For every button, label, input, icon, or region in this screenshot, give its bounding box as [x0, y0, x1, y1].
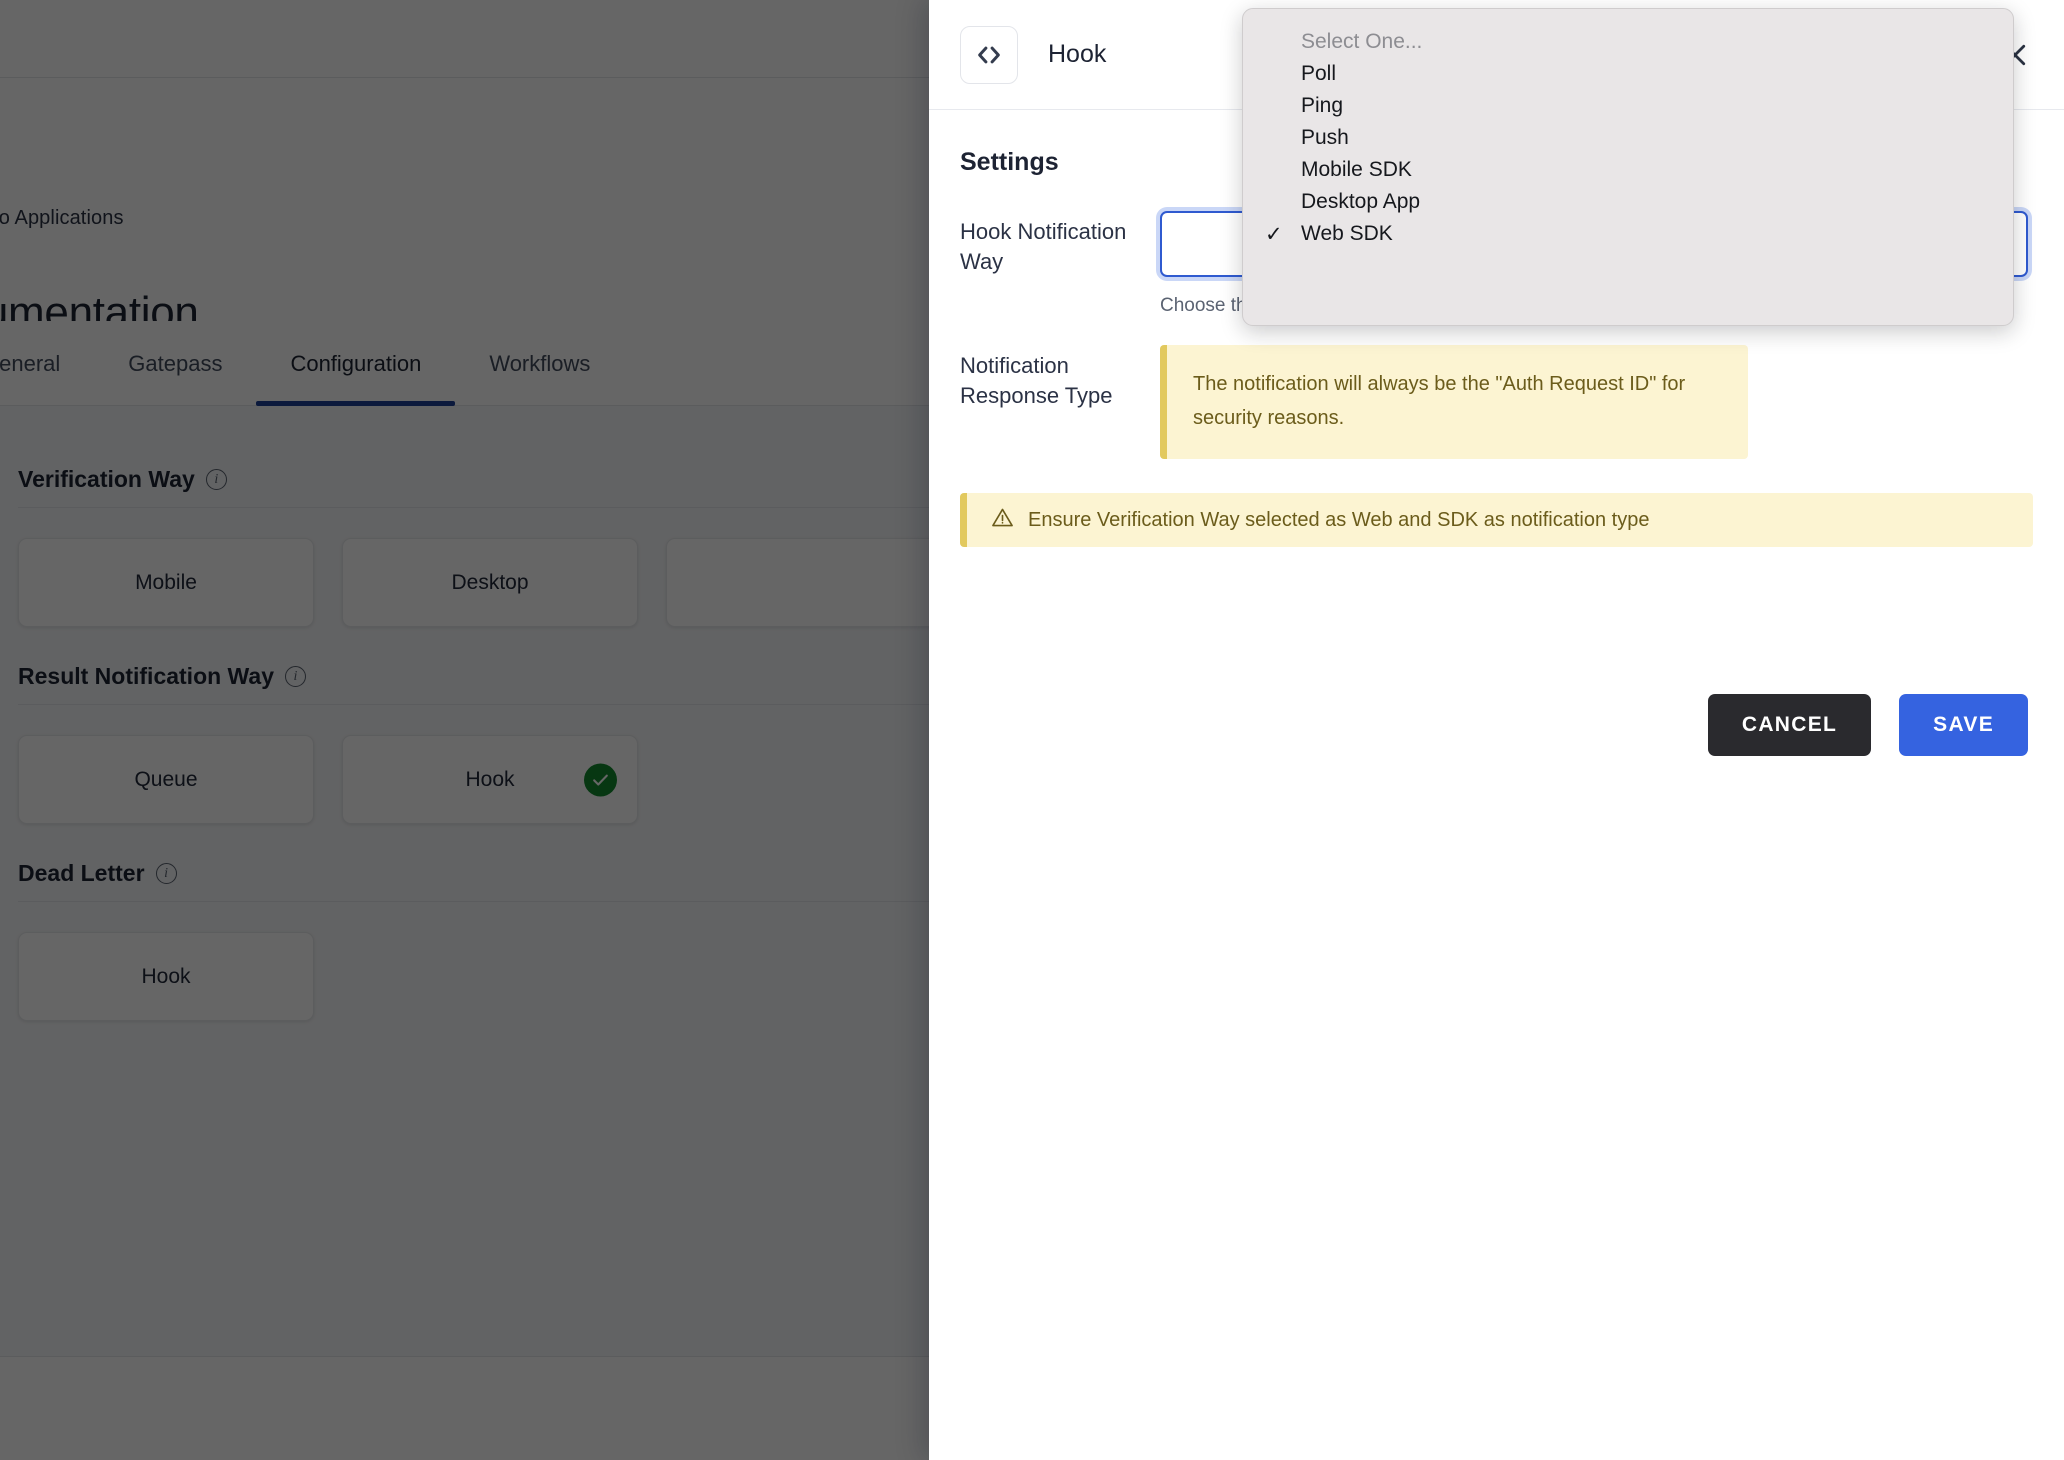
option-card-label: Hook	[465, 767, 515, 791]
verification-way-warning: Ensure Verification Way selected as Web …	[960, 493, 2033, 547]
dropdown-option-poll[interactable]: Poll	[1243, 58, 2013, 90]
background-topbar	[0, 0, 929, 78]
code-brackets-icon	[960, 25, 1018, 84]
screen-root: ack to Applications ocumentation General…	[0, 0, 2064, 1460]
option-card-dead-letter-hook[interactable]: Hook	[18, 932, 314, 1021]
option-card-queue[interactable]: Queue	[18, 735, 314, 824]
back-to-applications-link[interactable]: ack to Applications	[0, 207, 124, 230]
dropdown-option-push[interactable]: Push	[1243, 122, 2013, 154]
section-result-notification-way: Result Notification Way i Queue Hook	[18, 663, 929, 824]
option-card-third[interactable]	[666, 538, 929, 627]
option-card-label: Hook	[141, 964, 191, 988]
section-title: Verification Way	[18, 466, 195, 492]
section-verification-way: Verification Way i Mobile Desktop	[18, 466, 929, 627]
cancel-button[interactable]: CANCEL	[1707, 694, 1872, 756]
configuration-content: Verification Way i Mobile Desktop Result…	[0, 406, 929, 1356]
dropdown-option-select-one[interactable]: Select One...	[1243, 26, 2013, 58]
panel-action-bar: CANCEL SAVE	[1707, 694, 2028, 756]
dropdown-option-label: Push	[1301, 126, 1349, 149]
dropdown-option-label: Desktop App	[1301, 190, 1421, 213]
tab-strip: General Gatepass Configuration Workflows	[0, 321, 929, 406]
section-title: Result Notification Way	[18, 663, 274, 689]
option-card-label: Queue	[134, 767, 198, 791]
checkmark-icon: ✓	[1265, 222, 1283, 246]
dropdown-option-label: Ping	[1301, 94, 1344, 117]
info-icon[interactable]: i	[205, 469, 227, 490]
warning-text: Ensure Verification Way selected as Web …	[1028, 508, 1650, 531]
dropdown-option-label: Mobile SDK	[1301, 158, 1412, 181]
background-footer	[0, 1356, 929, 1460]
hook-notification-way-dropdown[interactable]: Select One... Poll Ping Push Mobile SDK …	[1242, 8, 2014, 326]
tab-general[interactable]: General	[0, 321, 94, 406]
dropdown-option-desktop-app[interactable]: Desktop App	[1243, 186, 2013, 218]
section-title: Dead Letter	[18, 860, 145, 886]
field-label: Hook Notification Way	[960, 219, 1127, 274]
section-dead-letter: Dead Letter i Hook	[18, 860, 929, 1021]
tab-label: Configuration	[290, 350, 422, 376]
dropdown-option-label: Web SDK	[1301, 222, 1393, 245]
tab-workflows[interactable]: Workflows	[455, 321, 624, 406]
selected-check-icon	[584, 763, 617, 796]
dropdown-option-label: Poll	[1301, 62, 1337, 85]
warning-triangle-icon	[991, 506, 1014, 535]
dropdown-option-web-sdk[interactable]: ✓ Web SDK	[1243, 218, 2013, 250]
dropdown-option-mobile-sdk[interactable]: Mobile SDK	[1243, 154, 2013, 186]
dropdown-option-label: Select One...	[1301, 30, 1423, 53]
tab-configuration[interactable]: Configuration	[256, 321, 456, 406]
option-card-label: Mobile	[135, 570, 197, 594]
response-type-note: The notification will always be the "Aut…	[1160, 345, 1748, 459]
option-card-desktop[interactable]: Desktop	[342, 538, 638, 627]
save-button[interactable]: SAVE	[1899, 694, 2028, 756]
tab-label: Workflows	[489, 350, 591, 376]
tab-label: Gatepass	[128, 350, 223, 376]
tab-gatepass[interactable]: Gatepass	[94, 321, 256, 406]
info-icon[interactable]: i	[285, 666, 306, 687]
info-icon[interactable]: i	[155, 863, 177, 884]
panel-title: Hook	[1048, 40, 1107, 68]
option-card-hook[interactable]: Hook	[342, 735, 638, 824]
dropdown-option-ping[interactable]: Ping	[1243, 90, 2013, 122]
option-card-mobile[interactable]: Mobile	[18, 538, 314, 627]
option-card-label: Desktop	[451, 570, 529, 594]
field-label: Notification Response Type	[960, 353, 1113, 408]
field-notification-response-type: Notification Response Type The notificat…	[960, 345, 2028, 459]
tab-label: General	[0, 350, 61, 376]
background-page: ack to Applications ocumentation General…	[0, 0, 929, 1460]
